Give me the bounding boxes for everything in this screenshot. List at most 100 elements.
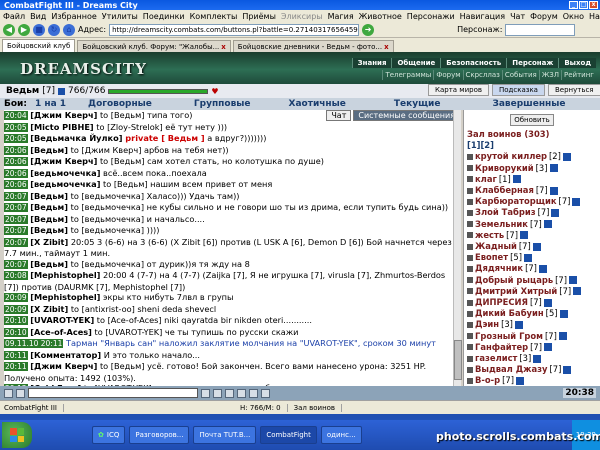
maximize-button[interactable]: □	[579, 1, 588, 9]
home-icon[interactable]: ⌂	[63, 23, 75, 36]
tab-diaries[interactable]: Бойцовские дневники - Ведьм - фото... x	[232, 40, 394, 52]
menu-characters[interactable]: Персонажи	[407, 12, 455, 21]
player-name[interactable]: Земельник	[475, 219, 528, 230]
message-author[interactable]: [Джим Кверч]	[30, 156, 97, 166]
menu-favorites[interactable]: Избранное	[51, 12, 96, 21]
player-info-icon[interactable]	[520, 231, 529, 240]
message-author[interactable]: [Micto PIBHE]	[30, 122, 93, 132]
private-arrow-icon[interactable]	[467, 333, 473, 340]
refresh-button[interactable]: Обновить	[510, 114, 554, 126]
close-tab-icon[interactable]: x	[384, 43, 389, 51]
message-author[interactable]: [X Zibit]	[30, 304, 68, 314]
player-name[interactable]: Жадный	[475, 241, 517, 252]
player-name[interactable]: Евопет	[475, 252, 508, 263]
tab-1v1[interactable]: 1 на 1	[31, 99, 70, 109]
player-info-icon[interactable]	[558, 332, 567, 341]
player-info-icon[interactable]	[543, 220, 552, 229]
private-arrow-icon[interactable]	[467, 299, 473, 306]
player-item[interactable]: Дядячник [7]	[467, 263, 597, 274]
player-info-icon[interactable]	[549, 164, 558, 173]
player-item[interactable]: Дмитрий Хитрый [7]	[467, 286, 597, 297]
sub-menu-scrolls[interactable]: Скрсллаз	[462, 70, 502, 80]
player-item[interactable]: Земельник [7]	[467, 219, 597, 230]
smiles-icon[interactable]	[16, 388, 25, 398]
go-icon[interactable]: ➜	[362, 23, 375, 36]
message-author[interactable]: [Ace-of-Aces]	[30, 327, 92, 337]
menu-elixirs[interactable]: Эликсиры	[281, 12, 323, 21]
player-item[interactable]: Криворукий [3]	[467, 163, 597, 174]
tab-system-messages[interactable]: Системные сообщения	[353, 110, 460, 121]
message-author[interactable]: [Ведьм]	[30, 214, 68, 224]
player-item[interactable]: ДИПРЕСИЯ [7]	[467, 297, 597, 308]
message-author[interactable]: [Mephistophel]	[30, 270, 100, 280]
private-arrow-icon[interactable]	[467, 366, 473, 373]
player-name[interactable]: Грозный Гром	[475, 331, 543, 342]
translit-icon[interactable]	[249, 388, 258, 398]
private-arrow-icon[interactable]	[467, 243, 473, 250]
player-name[interactable]: В-о-р	[475, 375, 500, 386]
top-menu-knowledge[interactable]: Знания	[351, 58, 392, 68]
character-name[interactable]: Ведьм	[6, 86, 39, 96]
player-item[interactable]: Грозный Гром [7]	[467, 331, 597, 342]
clear-icon[interactable]	[213, 388, 222, 398]
message-author[interactable]: [Комментатор]	[30, 350, 101, 360]
player-item[interactable]: жесть [7]	[467, 230, 597, 241]
task-mail[interactable]: Почта TUT.B...	[193, 426, 257, 444]
player-name[interactable]: Дмитрий Хитрый	[475, 286, 557, 297]
menu-window[interactable]: Окно	[563, 12, 584, 21]
tab-group[interactable]: Групповые	[190, 99, 255, 109]
menu-pet[interactable]: Животное	[359, 12, 402, 21]
top-menu-exit[interactable]: Выход	[558, 58, 596, 68]
private-arrow-icon[interactable]	[467, 288, 473, 295]
send-icon[interactable]	[201, 388, 210, 398]
private-arrow-icon[interactable]	[467, 187, 473, 194]
chat-mode-icon[interactable]	[4, 388, 13, 398]
player-info-icon[interactable]	[523, 253, 532, 262]
player-info-icon[interactable]	[533, 354, 542, 363]
player-info-icon[interactable]	[573, 287, 582, 296]
message-author[interactable]: [Ведьмачка Йулко]	[30, 133, 122, 143]
message-author[interactable]: [X Zibit]	[30, 237, 68, 247]
player-name[interactable]: ДИПРЕСИЯ	[475, 297, 528, 308]
player-item[interactable]: Жадный [7]	[467, 241, 597, 252]
close-button[interactable]: x	[589, 1, 598, 9]
player-item[interactable]: Выдвал Джазу [7]	[467, 364, 597, 375]
player-info-icon[interactable]	[569, 276, 578, 285]
player-item[interactable]: Злой Табриз [7]	[467, 207, 597, 218]
private-arrow-icon[interactable]	[467, 198, 473, 205]
player-item[interactable]: Ганфайтер [7]	[467, 342, 597, 353]
player-item[interactable]: Клабберная [7]	[467, 185, 597, 196]
tab-chat[interactable]: Чат	[326, 110, 352, 121]
task-conversations[interactable]: Разговоров...	[129, 426, 190, 444]
menu-navigation[interactable]: Навигация	[460, 12, 505, 21]
player-item[interactable]: В-о-р [7]	[467, 375, 597, 386]
private-arrow-icon[interactable]	[467, 310, 473, 317]
tab-chaotic[interactable]: Хаотичные	[285, 99, 350, 109]
message-author[interactable]: [Ведьм]	[30, 259, 68, 269]
stop-icon[interactable]: ■	[33, 23, 45, 36]
message-author[interactable]: [Джим Кверч]	[30, 361, 97, 371]
player-item[interactable]: Дикий Бабуин [5]	[467, 308, 597, 319]
player-info-icon[interactable]	[563, 365, 572, 374]
player-name[interactable]: Карбюраторщик	[475, 196, 557, 207]
player-info-icon[interactable]	[559, 309, 568, 318]
private-arrow-icon[interactable]	[467, 266, 473, 273]
chat-log[interactable]: Чат Системные сообщения 20:04 [Джим Квер…	[4, 110, 460, 386]
message-author[interactable]: [Ведьм]	[30, 191, 68, 201]
menu-fights[interactable]: Поединки	[143, 12, 185, 21]
message-author[interactable]: [Ведьм]	[30, 145, 68, 155]
task-icq[interactable]: ✿ ICQ	[92, 426, 126, 444]
chat-scroll-thumb[interactable]	[454, 340, 462, 380]
sub-menu-zhzl[interactable]: ЖЗЛ	[538, 70, 561, 80]
tab-current[interactable]: Текущие	[390, 99, 445, 109]
private-arrow-icon[interactable]	[467, 232, 473, 239]
forward-icon[interactable]: ▶	[18, 23, 30, 36]
message-author[interactable]: [ведьмочечка]	[30, 168, 100, 178]
message-author[interactable]: [Ведьм]	[30, 225, 68, 235]
player-name[interactable]: Выдвал Джазу	[475, 364, 548, 375]
player-item[interactable]: крутой киллер [2]	[467, 151, 597, 162]
task-combatfight[interactable]: CombatFight	[260, 426, 317, 444]
menu-sets[interactable]: Комплекты	[190, 12, 238, 21]
tab-forum[interactable]: Бойцовский клуб. Форум: "Жалобы... x	[77, 40, 231, 52]
sound-icon[interactable]	[237, 388, 246, 398]
